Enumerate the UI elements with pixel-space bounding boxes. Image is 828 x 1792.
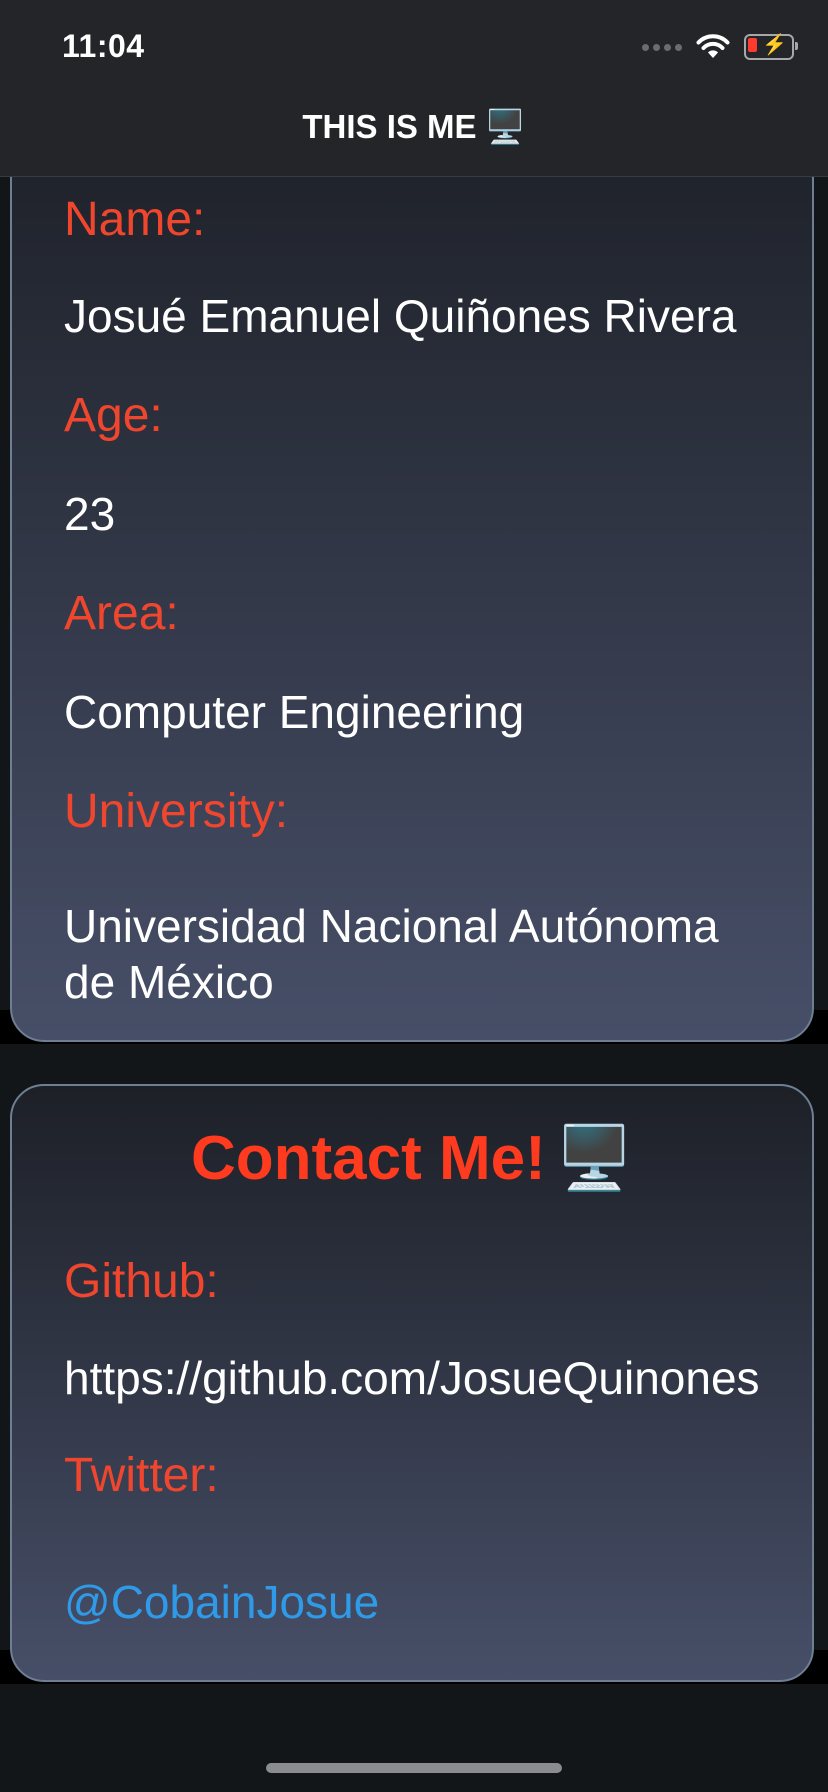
charging-bolt-icon: ⚡ (762, 34, 787, 56)
twitter-link[interactable]: @CobainJosue (64, 1574, 764, 1630)
area-label: Area: (64, 587, 179, 640)
age-label: Age: (64, 389, 163, 442)
name-value: Josué Emanuel Quiñones Rivera (64, 290, 737, 342)
status-icons: ⚡ (642, 34, 798, 60)
status-time: 11:04 (62, 28, 145, 64)
university-value: Universidad Nacional Autónoma de México (64, 900, 719, 1008)
wifi-icon (696, 34, 730, 58)
twitter-label: Twitter: (64, 1449, 219, 1502)
computer-icon: 🖥️ (484, 108, 526, 145)
name-label: Name: (64, 193, 206, 246)
navigation-bar: 11:04 ⚡ THIS IS ME 🖥️ (0, 0, 828, 177)
signal-dots-icon (642, 43, 682, 51)
page-title: THIS IS ME 🖥️ (0, 108, 828, 147)
contact-title-text: Contact Me! (191, 1124, 546, 1193)
university-label: University: (64, 785, 289, 838)
battery-level (748, 38, 757, 52)
area-value: Computer Engineering (64, 686, 525, 738)
about-card: Name: Josué Emanuel Quiñones Rivera Age:… (10, 110, 814, 1042)
home-indicator[interactable] (266, 1763, 562, 1773)
app-screen: Name: Josué Emanuel Quiñones Rivera Age:… (0, 0, 828, 1792)
battery-charging-icon: ⚡ (744, 34, 798, 60)
contact-title: Contact Me! 🖥️ (12, 1122, 812, 1195)
github-label: Github: (64, 1255, 219, 1308)
age-value: 23 (64, 488, 116, 540)
page-title-text: THIS IS ME (302, 108, 477, 145)
computer-icon: 🖥️ (555, 1124, 633, 1193)
contact-card: Contact Me! 🖥️ Github: https://github.com… (10, 1084, 814, 1682)
github-link[interactable]: https://github.com/JosueQuinones (64, 1350, 764, 1406)
